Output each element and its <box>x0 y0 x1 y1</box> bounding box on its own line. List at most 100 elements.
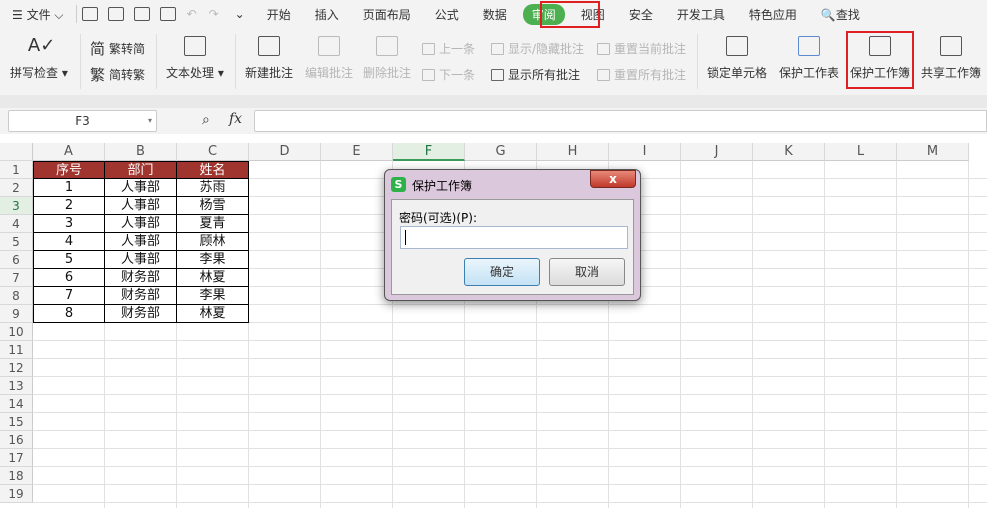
table-cell[interactable]: 8 <box>33 305 105 323</box>
name-box[interactable]: F3 ▾ <box>8 110 157 132</box>
column-header-K[interactable]: K <box>753 143 825 161</box>
redo-icon[interactable]: ↷ <box>203 7 225 21</box>
tab-data[interactable]: 数据 <box>471 6 519 23</box>
table-cell[interactable]: 苏雨 <box>177 179 249 197</box>
table-cell[interactable]: 人事部 <box>105 251 177 269</box>
table-cell[interactable]: 林夏 <box>177 269 249 287</box>
column-header-J[interactable]: J <box>681 143 753 161</box>
column-header-E[interactable]: E <box>321 143 393 161</box>
reset-current-comment-button[interactable]: 重置当前批注 <box>597 40 686 57</box>
row-header-16[interactable]: 16 <box>0 431 33 449</box>
protect-sheet-button[interactable]: 保护工作表 <box>779 32 839 81</box>
reset-all-comments-button[interactable]: 重置所有批注 <box>597 66 686 83</box>
undo-icon[interactable]: ↶ <box>181 7 203 21</box>
row-header-10[interactable]: 10 <box>0 323 33 341</box>
delete-comment-button[interactable]: 删除批注 <box>363 32 411 81</box>
table-header-cell[interactable]: 部门 <box>105 161 177 179</box>
table-header-cell[interactable]: 序号 <box>33 161 105 179</box>
row-header-17[interactable]: 17 <box>0 449 33 467</box>
table-cell[interactable]: 财务部 <box>105 305 177 323</box>
tab-developer[interactable]: 开发工具 <box>665 6 737 23</box>
row-header-2[interactable]: 2 <box>0 179 33 197</box>
row-header-13[interactable]: 13 <box>0 377 33 395</box>
table-cell[interactable]: 人事部 <box>105 197 177 215</box>
password-input[interactable] <box>400 226 628 249</box>
cancel-button[interactable]: 取消 <box>549 258 625 286</box>
row-header-7[interactable]: 7 <box>0 269 33 287</box>
table-cell[interactable]: 李果 <box>177 287 249 305</box>
table-cell[interactable]: 夏青 <box>177 215 249 233</box>
select-all-corner[interactable] <box>0 143 33 161</box>
table-cell[interactable]: 顾林 <box>177 233 249 251</box>
tab-insert[interactable]: 插入 <box>303 6 351 23</box>
table-cell[interactable]: 财务部 <box>105 287 177 305</box>
column-header-G[interactable]: G <box>465 143 537 161</box>
row-header-1[interactable]: 1 <box>0 161 33 179</box>
fx-icon[interactable]: fx <box>229 111 242 127</box>
table-cell[interactable]: 人事部 <box>105 215 177 233</box>
table-cell[interactable]: 人事部 <box>105 179 177 197</box>
row-header-11[interactable]: 11 <box>0 341 33 359</box>
tab-security[interactable]: 安全 <box>617 6 665 23</box>
row-header-4[interactable]: 4 <box>0 215 33 233</box>
row-header-18[interactable]: 18 <box>0 467 33 485</box>
column-header-H[interactable]: H <box>537 143 609 161</box>
table-cell[interactable]: 1 <box>33 179 105 197</box>
text-processing-button[interactable]: 文本处理 ▾ <box>166 32 224 81</box>
table-cell[interactable]: 5 <box>33 251 105 269</box>
share-workbook-button[interactable]: 共享工作簿 <box>921 32 981 81</box>
table-header-cell[interactable]: 姓名 <box>177 161 249 179</box>
more-icon[interactable]: ⌄ <box>225 7 255 21</box>
prev-comment-button[interactable]: 上一条 <box>422 40 475 57</box>
column-header-A[interactable]: A <box>33 143 105 161</box>
tab-start[interactable]: 开始 <box>255 6 303 23</box>
edit-comment-button[interactable]: 编辑批注 <box>305 32 353 81</box>
column-header-C[interactable]: C <box>177 143 249 161</box>
table-cell[interactable]: 4 <box>33 233 105 251</box>
zoom-icon[interactable]: ⌕ <box>202 112 210 128</box>
table-cell[interactable]: 2 <box>33 197 105 215</box>
column-header-L[interactable]: L <box>825 143 897 161</box>
next-comment-button[interactable]: 下一条 <box>422 66 475 83</box>
column-header-B[interactable]: B <box>105 143 177 161</box>
row-header-5[interactable]: 5 <box>0 233 33 251</box>
ok-button[interactable]: 确定 <box>464 258 540 286</box>
row-header-6[interactable]: 6 <box>0 251 33 269</box>
row-header-19[interactable]: 19 <box>0 485 33 503</box>
tab-page-layout[interactable]: 页面布局 <box>351 6 423 23</box>
column-header-F[interactable]: F <box>393 143 465 161</box>
tab-formulas[interactable]: 公式 <box>423 6 471 23</box>
search-button[interactable]: 🔍查找 <box>809 6 872 23</box>
open-icon[interactable] <box>81 7 98 21</box>
simp-to-trad-button[interactable]: 繁简转繁 <box>90 64 145 85</box>
table-cell[interactable]: 人事部 <box>105 233 177 251</box>
tab-special[interactable]: 特色应用 <box>737 6 809 23</box>
table-cell[interactable]: 3 <box>33 215 105 233</box>
print-preview-icon[interactable] <box>159 7 176 21</box>
table-cell[interactable]: 6 <box>33 269 105 287</box>
lock-cells-button[interactable]: 锁定单元格 <box>707 32 767 81</box>
save-icon[interactable] <box>107 7 124 21</box>
show-all-comments-button[interactable]: 显示所有批注 <box>491 66 580 83</box>
row-header-14[interactable]: 14 <box>0 395 33 413</box>
new-comment-button[interactable]: 新建批注 <box>245 32 293 81</box>
row-header-8[interactable]: 8 <box>0 287 33 305</box>
table-cell[interactable]: 林夏 <box>177 305 249 323</box>
trad-to-simp-button[interactable]: 简繁转简 <box>90 38 145 59</box>
column-header-I[interactable]: I <box>609 143 681 161</box>
show-hide-comment-button[interactable]: 显示/隐藏批注 <box>491 40 584 57</box>
row-header-3[interactable]: 3 <box>0 197 33 215</box>
table-cell[interactable]: 李果 <box>177 251 249 269</box>
print-icon[interactable] <box>133 7 150 21</box>
table-cell[interactable]: 7 <box>33 287 105 305</box>
formula-input[interactable] <box>254 110 987 132</box>
file-menu[interactable]: ☰ 文件 ⌵ <box>0 6 76 23</box>
column-header-D[interactable]: D <box>249 143 321 161</box>
table-cell[interactable]: 杨雪 <box>177 197 249 215</box>
table-cell[interactable]: 财务部 <box>105 269 177 287</box>
spell-check-button[interactable]: A✓ 拼写检查 ▾ <box>10 32 68 81</box>
column-header-M[interactable]: M <box>897 143 969 161</box>
row-header-9[interactable]: 9 <box>0 305 33 323</box>
close-button[interactable]: x <box>590 170 636 188</box>
row-header-15[interactable]: 15 <box>0 413 33 431</box>
